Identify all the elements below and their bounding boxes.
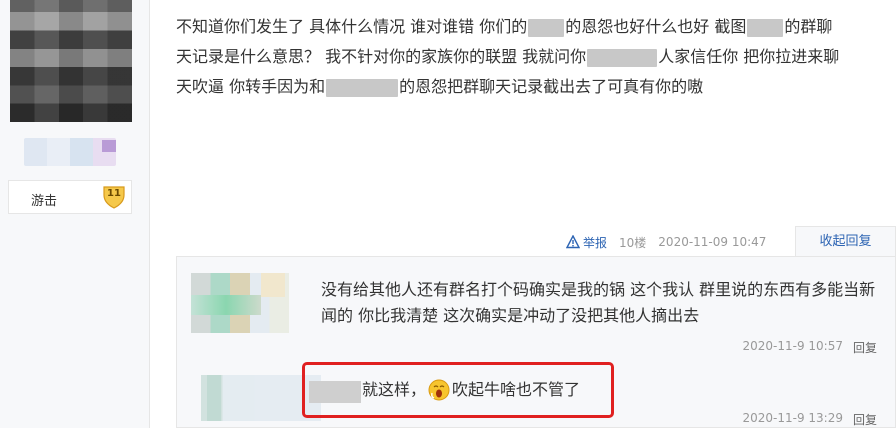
reply-button[interactable]: 回复: [853, 339, 877, 356]
post-text-segment: 的恩怨把群聊天记录截出去了可真有你的嗷: [399, 77, 704, 96]
reply-meta: 2020-11-9 13:29 回复: [742, 411, 877, 428]
reply-text: 没有给其他人还有群名打个码确实是我的锅 这个我认 群里说的东西有多能当新闻的 你…: [321, 280, 876, 325]
floor-number: 10楼: [619, 235, 647, 250]
post-text-segment: 的群聊: [784, 17, 833, 36]
post-text-segment: 不知道你们发生了 具体什么情况 谁对谁错 你们的: [176, 17, 528, 36]
post-text-segment: 的恩怨也好什么也好 截图: [565, 17, 747, 36]
username-blurred[interactable]: [24, 138, 116, 166]
post-line-1: 不知道你们发生了 具体什么情况 谁对谁错 你们的 的恩怨也好什么也好 截图 的群聊: [176, 12, 888, 42]
red-highlight-annotation: [302, 362, 614, 418]
redacted-text: [528, 18, 565, 37]
redacted-text: [587, 48, 658, 67]
reply-avatar-blurred[interactable]: [191, 273, 289, 333]
warning-icon: [566, 235, 580, 249]
post-text-segment: 天记录是什么意思？ 我不针对你的家族你的联盟 我就问你: [176, 47, 587, 66]
redacted-text: [747, 18, 784, 37]
report-link[interactable]: 举报: [566, 234, 607, 251]
user-sidebar: 游击 11: [0, 0, 150, 428]
post-text-segment: 人家信任你 把你拉进来聊: [658, 47, 840, 66]
report-label: 举报: [583, 235, 608, 250]
post-content: 不知道你们发生了 具体什么情况 谁对谁错 你们的 的恩怨也好什么也好 截图 的群聊 …: [176, 12, 888, 102]
level-badge-box: 游击 11: [8, 180, 132, 214]
post-meta: 举报 10楼 2020-11-09 10:47: [566, 232, 766, 252]
reply-meta: 2020-11-9 10:57 回复: [742, 339, 877, 356]
redacted-text: [326, 78, 399, 97]
level-name: 游击: [31, 194, 58, 209]
level-number: 11: [107, 188, 121, 199]
reply-timestamp: 2020-11-9 10:57: [742, 339, 843, 353]
post-text-segment: 天吹逼 你转手因为和: [176, 77, 326, 96]
avatar[interactable]: [10, 0, 132, 122]
post-line-3: 天吹逼 你转手因为和 的恩怨把群聊天记录截出去了可真有你的嗷: [176, 72, 888, 102]
collapse-replies-button[interactable]: 收起回复: [795, 226, 896, 256]
post-timestamp: 2020-11-09 10:47: [658, 235, 767, 249]
post-line-2: 天记录是什么意思？ 我不针对你的家族你的联盟 我就问你 人家信任你 把你拉进来聊: [176, 42, 888, 72]
reply-timestamp: 2020-11-9 13:29: [742, 411, 843, 425]
reply-button[interactable]: 回复: [853, 411, 877, 428]
level-shield-icon: 11: [101, 183, 127, 209]
